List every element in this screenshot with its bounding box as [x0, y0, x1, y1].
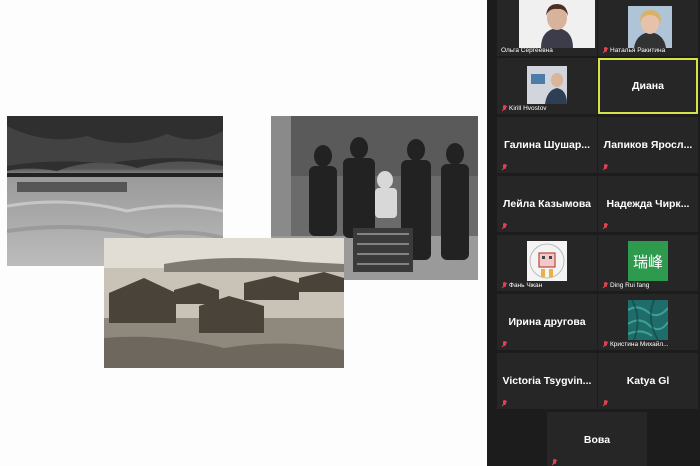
- screen-share: [0, 0, 487, 466]
- muted-mic-icon: [501, 341, 507, 348]
- participant-video: [519, 0, 595, 48]
- participants-gallery[interactable]: Ольга Сергеевна Наталья Ракитина Kirill …: [487, 0, 700, 466]
- photo-village: [104, 238, 344, 368]
- participant-name: Галина Шушар...: [503, 139, 591, 151]
- participant-name: Вова: [583, 434, 611, 446]
- participant-name: Ирина другова: [508, 316, 586, 328]
- avatar-text: 瑞峰: [632, 252, 663, 271]
- participant-tile[interactable]: Галина Шушар...: [497, 117, 597, 173]
- participant-tile[interactable]: Ольга Сергеевна: [497, 0, 597, 56]
- participant-tile[interactable]: Наталья Ракитина: [598, 0, 698, 56]
- muted-mic-icon: [501, 400, 507, 407]
- participant-tile[interactable]: Фань Чжан: [497, 235, 597, 291]
- participant-tile[interactable]: Кристина Михайл...: [598, 294, 698, 350]
- muted-mic-icon: [501, 282, 507, 289]
- muted-mic-icon: [602, 341, 608, 348]
- text-avatar: 瑞峰: [628, 241, 668, 281]
- texture-avatar: [627, 299, 669, 341]
- participant-tile[interactable]: Лапиков Яросл...: [598, 117, 698, 173]
- participant-tile[interactable]: Надежда Чирк...: [598, 176, 698, 232]
- participant-name: Диана: [632, 80, 664, 92]
- participant-name: Лейла Казымова: [503, 198, 591, 210]
- participant-name: Кристина Михайл...: [610, 341, 669, 348]
- robot-drawing-avatar: [527, 241, 567, 281]
- muted-mic-icon: [602, 400, 608, 407]
- participant-name: Фань Чжан: [509, 282, 543, 289]
- participant-name: Наталья Ракитина: [610, 47, 666, 54]
- participant-tile[interactable]: Katya Gl: [598, 353, 698, 409]
- participant-tile-active-speaker[interactable]: Диана: [598, 58, 698, 114]
- participant-name: Kirill Hvostov: [509, 105, 547, 112]
- participant-video: [628, 6, 672, 48]
- participant-name: Victoria Tsygvin...: [502, 375, 592, 387]
- participant-tile[interactable]: Victoria Tsygvin...: [497, 353, 597, 409]
- muted-mic-icon: [602, 47, 608, 54]
- participant-tile[interactable]: Вова: [547, 412, 647, 466]
- participant-name: Ding Rui fang: [610, 282, 650, 289]
- participant-name: Надежда Чирк...: [606, 198, 690, 210]
- muted-mic-icon: [602, 282, 608, 289]
- muted-mic-icon: [602, 164, 608, 171]
- muted-mic-icon: [501, 164, 507, 171]
- participant-name: Лапиков Яросл...: [603, 139, 693, 151]
- participant-tile[interactable]: Kirill Hvostov: [497, 58, 597, 114]
- participant-tile[interactable]: 瑞峰 Ding Rui fang: [598, 235, 698, 291]
- participant-tile[interactable]: Ирина другова: [497, 294, 597, 350]
- participant-video: [527, 66, 567, 104]
- muted-mic-icon: [602, 223, 608, 230]
- muted-mic-icon: [501, 223, 507, 230]
- meeting-window: Ольга Сергеевна Наталья Ракитина Kirill …: [0, 0, 700, 466]
- muted-mic-icon: [501, 105, 507, 112]
- participant-name: Ольга Сергеевна: [501, 47, 553, 54]
- participant-name: Katya Gl: [626, 375, 670, 387]
- muted-mic-icon: [551, 459, 557, 466]
- participant-tile[interactable]: Лейла Казымова: [497, 176, 597, 232]
